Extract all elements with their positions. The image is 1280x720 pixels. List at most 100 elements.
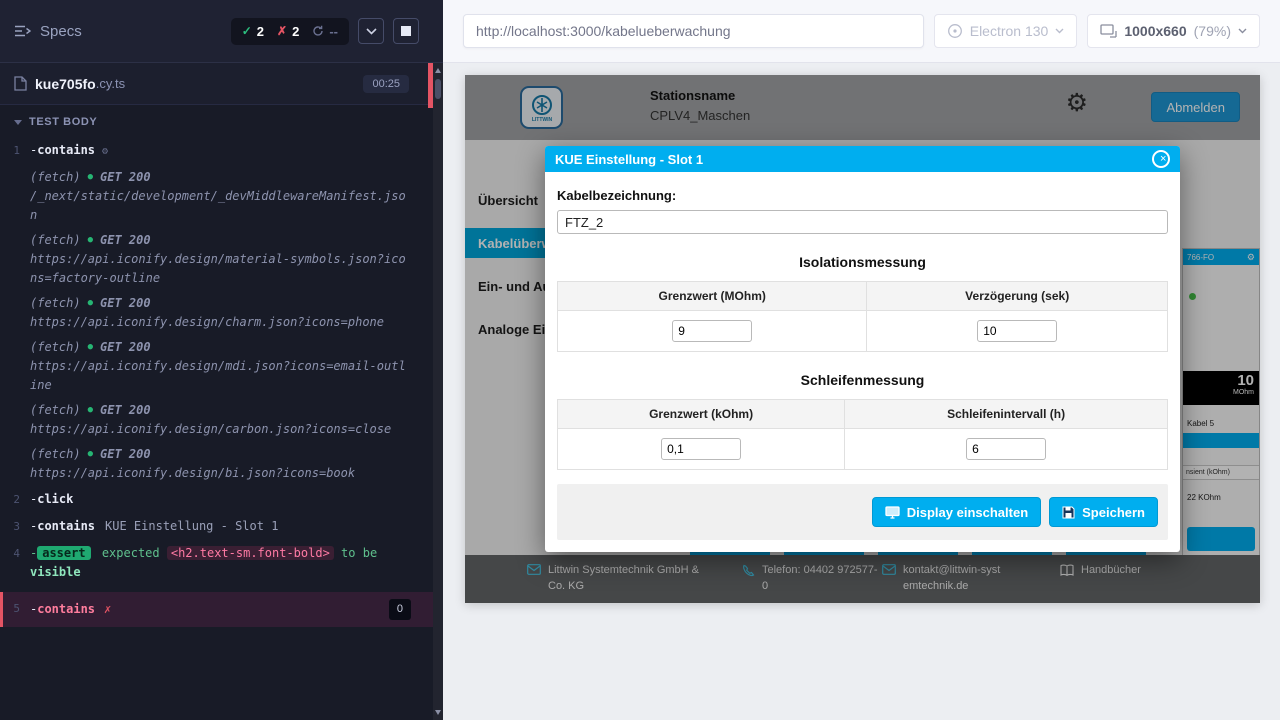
stop-icon [401, 26, 411, 36]
cable-name-label: Kabelbezeichnung: [557, 188, 1168, 203]
http-status: GET 200 [100, 294, 151, 313]
viewport-selector[interactable]: 1000x660 (79%) [1087, 14, 1260, 48]
isolation-limit-input[interactable] [672, 320, 752, 342]
http-status: GET 200 [100, 168, 151, 187]
test-stats: ✓2 ✗2 -- [231, 18, 349, 45]
http-status: GET 200 [100, 338, 151, 357]
count-badge: 0 [389, 599, 411, 620]
network-log-row[interactable]: (fetch) ● GET 200 https://api.iconify.desi… [0, 291, 433, 335]
assert-target-selector: <h2.text-sm.font-bold> [167, 546, 334, 560]
electron-icon [947, 23, 963, 39]
fetch-label: (fetch) [30, 401, 81, 420]
status-dot-icon: ● [88, 401, 93, 420]
network-log-row[interactable]: (fetch) ● GET 200 https://api.iconify.desi… [0, 398, 433, 442]
isolation-heading: Isolationsmessung [557, 254, 1168, 270]
display-on-button[interactable]: Display einschalten [872, 497, 1041, 527]
command-number: 4 [0, 544, 30, 582]
status-dot-icon: ● [88, 338, 93, 357]
specs-menu[interactable]: Specs [14, 23, 82, 40]
request-url: /_next/static/development/_devMiddleware… [30, 187, 411, 225]
status-dot-icon: ● [88, 168, 93, 187]
network-log-row[interactable]: (fetch) ● GET 200 /_next/static/developmen… [0, 165, 433, 228]
reporter-scrollbar[interactable] [433, 0, 443, 720]
fetch-label: (fetch) [30, 445, 81, 464]
test-body-toggle[interactable]: TEST BODY [0, 105, 433, 133]
network-log-row[interactable]: (fetch)●GET 200 https://api.iconify.desi… [0, 442, 433, 486]
url-input[interactable] [463, 14, 924, 48]
viewport-icon [1100, 24, 1117, 38]
aut-canvas: LITTWIN Stationsname CPLV4_Maschen ⚙ Abm… [443, 63, 1280, 720]
collapse-reporter-button[interactable] [358, 18, 384, 44]
command-name: contains [37, 143, 95, 157]
network-log-row[interactable]: (fetch)●GET 200 https://api.iconify.desi… [0, 228, 433, 291]
chevron-down-icon [1238, 28, 1247, 34]
command-row-contains-3[interactable]: 3 -containsKUE Einstellung - Slot 1 [0, 513, 433, 540]
isolation-delay-input[interactable] [977, 320, 1057, 342]
assert-tail: to be [341, 546, 377, 560]
scroll-up-icon[interactable] [435, 68, 441, 73]
loop-limit-input[interactable] [661, 438, 741, 460]
modal-header: KUE Einstellung - Slot 1 × [545, 146, 1180, 172]
specs-menu-icon [14, 24, 31, 38]
command-number: 3 [0, 517, 30, 536]
command-row-contains-1[interactable]: 1 -contains⚙ [0, 137, 433, 165]
loop-interval-input[interactable] [966, 438, 1046, 460]
viewport-zoom: (79%) [1194, 23, 1231, 39]
refresh-icon [312, 25, 324, 37]
scrollbar-thumb[interactable] [435, 79, 441, 99]
browser-selector[interactable]: Electron 130 [934, 14, 1078, 48]
app-under-test: LITTWIN Stationsname CPLV4_Maschen ⚙ Abm… [465, 75, 1260, 603]
scroll-down-icon[interactable] [435, 710, 441, 715]
command-row-click[interactable]: 2 -click [0, 486, 433, 513]
network-log-row[interactable]: (fetch) ● GET 200 https://api.iconify.desi… [0, 335, 433, 398]
save-icon [1062, 506, 1075, 519]
fail-x-icon: ✗ [104, 600, 111, 619]
request-url: https://api.iconify.design/mdi.json?icon… [30, 357, 411, 395]
http-status: GET 200 [100, 231, 151, 250]
command-number: 2 [0, 490, 30, 509]
fetch-label: (fetch) [30, 168, 81, 187]
command-number: 5 [3, 599, 30, 620]
close-icon[interactable]: × [1152, 150, 1170, 168]
request-url: https://api.iconify.design/carbon.json?i… [30, 420, 411, 439]
chevron-down-icon [366, 28, 377, 35]
aut-toolbar: Electron 130 1000x660 (79%) [443, 0, 1280, 63]
status-dot-icon: ● [88, 445, 93, 464]
chevron-down-icon [14, 120, 22, 125]
spec-duration-badge: 00:25 [363, 75, 409, 93]
reporter-header: Specs ✓2 ✗2 -- [0, 0, 433, 63]
command-row-assert[interactable]: 4 -assert expected <h2.text-sm.font-bold… [0, 540, 433, 586]
spec-header[interactable]: kue705fo .cy.ts 00:25 [0, 63, 433, 105]
stop-run-button[interactable] [393, 18, 419, 44]
fetch-label: (fetch) [30, 231, 81, 250]
stat-pending: -- [312, 24, 338, 39]
isolation-table: Grenzwert (MOhm) Verzögerung (sek) [557, 281, 1168, 352]
cable-name-input[interactable] [557, 210, 1168, 234]
fetch-label: (fetch) [30, 294, 81, 313]
command-number: 1 [0, 141, 30, 161]
modal-footer: Display einschalten Speichern [557, 484, 1168, 540]
save-button[interactable]: Speichern [1049, 497, 1158, 527]
gear-icon: ⚙ [102, 146, 108, 157]
status-dot-icon: ● [88, 294, 93, 313]
command-argument: KUE Einstellung - Slot 1 [105, 519, 278, 533]
http-status: GET 200 [100, 401, 151, 420]
stat-passed: ✓2 [242, 24, 264, 39]
aut-panel: Electron 130 1000x660 (79%) LITTWIN Stat… [443, 0, 1280, 720]
browser-label: Electron 130 [970, 23, 1049, 39]
modal-body: Kabelbezeichnung: Isolationsmessung Gren… [545, 172, 1180, 470]
request-url: https://api.iconify.design/charm.json?ic… [30, 313, 411, 332]
kue-settings-modal: KUE Einstellung - Slot 1 × Kabelbezeichn… [545, 146, 1180, 552]
command-row-contains-failed[interactable]: 5 -contains ✗ 0 [0, 592, 433, 627]
isolation-col2-header: Verzögerung (sek) [867, 282, 1168, 311]
http-status: GET 200 [100, 445, 151, 464]
fetch-label: (fetch) [30, 338, 81, 357]
loop-col2-header: Schleifenintervall (h) [845, 400, 1168, 429]
command-name: contains [37, 519, 95, 533]
cypress-reporter: Specs ✓2 ✗2 -- kue705fo .cy.ts 00:25 TES… [0, 0, 433, 720]
viewport-size: 1000x660 [1124, 23, 1186, 39]
command-name: click [37, 492, 73, 506]
command-log: 1 -contains⚙ (fetch)●GET 200 /_next/stat… [0, 133, 433, 720]
loop-table: Grenzwert (kOhm) Schleifenintervall (h) [557, 399, 1168, 470]
spec-name: kue705fo [35, 76, 96, 92]
